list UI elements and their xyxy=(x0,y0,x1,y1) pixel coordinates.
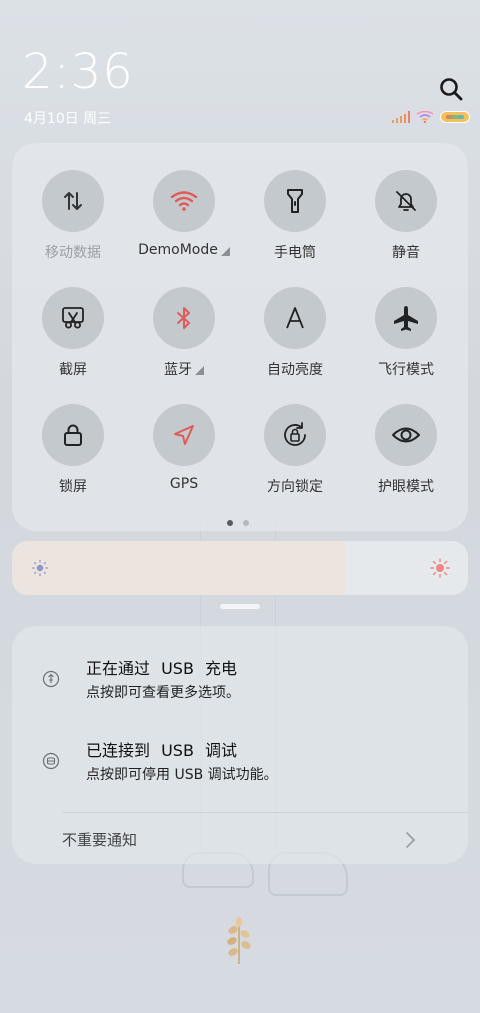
page-indicator xyxy=(227,520,249,526)
brightness-slider[interactable] xyxy=(12,541,468,595)
wifi-status-icon xyxy=(416,111,434,123)
tile-label-text: 锁屏 xyxy=(59,479,87,495)
tile-label: 静音 xyxy=(392,242,420,262)
tile-gps[interactable]: GPS xyxy=(128,404,240,492)
location-arrow-icon xyxy=(171,422,197,448)
page-dot-2[interactable] xyxy=(243,520,249,526)
bell-off-icon xyxy=(393,188,419,214)
tile-label: 飞行模式 xyxy=(378,359,434,379)
tile-label: 移动数据 xyxy=(45,242,101,262)
tile-button[interactable] xyxy=(42,170,104,232)
tile-label-text: 方向锁定 xyxy=(267,479,323,495)
tile-button[interactable] xyxy=(375,404,437,466)
tile-mute[interactable]: 静音 xyxy=(350,170,462,262)
wifi-icon xyxy=(170,190,198,212)
tile-button[interactable] xyxy=(42,404,104,466)
date-label: 4月10日 周三 xyxy=(24,111,112,127)
tile-label-text: 护眼模式 xyxy=(378,479,434,495)
tile-label: DemoMode xyxy=(138,242,230,258)
tile-button[interactable] xyxy=(264,404,326,466)
tile-label: 护眼模式 xyxy=(378,476,434,496)
tile-button[interactable] xyxy=(42,287,104,349)
airplane-icon xyxy=(392,304,420,332)
tile-label: 锁屏 xyxy=(59,476,87,496)
tile-label-text: DemoMode xyxy=(138,242,218,258)
android-debug-icon xyxy=(42,752,60,770)
clock: 2:36 xyxy=(22,44,134,100)
search-icon[interactable] xyxy=(438,76,464,102)
notification-usb-charging[interactable]: 正在通过 USB 充电 点按即可查看更多选项。 xyxy=(12,654,468,714)
arrows-updown-icon xyxy=(60,188,86,214)
wallpaper-plant xyxy=(227,917,251,964)
tile-label: 截屏 xyxy=(59,359,87,379)
tile-button[interactable] xyxy=(153,404,215,466)
tile-flashlight[interactable]: 手电筒 xyxy=(239,170,351,262)
tile-button[interactable] xyxy=(264,170,326,232)
notification-card: 正在通过 USB 充电 点按即可查看更多选项。 已连接到 USB 调试 点按即可… xyxy=(12,626,468,864)
tile-label-text: 移动数据 xyxy=(45,245,101,261)
tile-airplane[interactable]: 飞行模式 xyxy=(350,287,462,379)
drag-handle[interactable] xyxy=(220,604,260,609)
letter-a-icon xyxy=(282,305,308,331)
tile-label-text: 截屏 xyxy=(59,362,87,378)
tile-button[interactable] xyxy=(153,287,215,349)
tile-label-text: GPS xyxy=(169,476,199,492)
brightness-fill xyxy=(12,541,345,595)
unimportant-notifications-link[interactable]: 不重要通知 xyxy=(62,822,432,858)
chevron-right-icon[interactable] xyxy=(404,829,418,851)
brightness-high-icon xyxy=(430,558,450,578)
notification-usb-debugging[interactable]: 已连接到 USB 调试 点按即可停用 USB 调试功能。 xyxy=(12,736,468,796)
tile-lock-screen[interactable]: 锁屏 xyxy=(17,404,129,496)
divider xyxy=(62,812,468,813)
notification-title: 正在通过 USB 充电 xyxy=(86,659,238,678)
lock-icon xyxy=(61,422,85,448)
eye-icon xyxy=(391,424,421,446)
tile-wifi[interactable]: DemoMode xyxy=(128,170,240,258)
tile-label: GPS xyxy=(170,476,198,492)
tile-screenshot[interactable]: 截屏 xyxy=(17,287,129,379)
flashlight-icon xyxy=(283,187,307,215)
expand-triangle-icon[interactable] xyxy=(220,247,230,256)
notification-subtitle: 点按即可停用 USB 调试功能。 xyxy=(86,767,278,783)
tile-button[interactable] xyxy=(375,287,437,349)
tile-bluetooth[interactable]: 蓝牙 xyxy=(128,287,240,379)
scissors-icon xyxy=(60,305,86,331)
bluetooth-icon xyxy=(173,305,195,331)
tile-label: 方向锁定 xyxy=(267,476,323,496)
tile-label-text: 静音 xyxy=(392,245,420,261)
tile-label-text: 蓝牙 xyxy=(164,362,192,378)
tile-eye-care[interactable]: 护眼模式 xyxy=(350,404,462,496)
brightness-low-icon xyxy=(31,559,49,577)
tile-label: 手电筒 xyxy=(274,242,316,262)
notification-title: 已连接到 USB 调试 xyxy=(86,741,238,760)
expand-triangle-icon[interactable] xyxy=(195,366,204,375)
tile-mobile-data[interactable]: 移动数据 xyxy=(17,170,129,262)
page-dot-1[interactable] xyxy=(227,520,233,526)
tile-label-text: 手电筒 xyxy=(274,245,316,261)
tile-label-text: 飞行模式 xyxy=(378,362,434,378)
tile-rotation-lock[interactable]: 方向锁定 xyxy=(239,404,351,496)
signal-icon xyxy=(392,111,410,123)
tile-label: 蓝牙 xyxy=(164,359,204,379)
tile-auto-brightness[interactable]: 自动亮度 xyxy=(239,287,351,379)
rotation-lock-icon xyxy=(281,421,309,449)
tile-button[interactable] xyxy=(153,170,215,232)
usb-charge-icon xyxy=(42,670,60,688)
tile-button[interactable] xyxy=(264,287,326,349)
tile-label: 自动亮度 xyxy=(267,359,323,379)
tile-button[interactable] xyxy=(375,170,437,232)
battery-icon xyxy=(440,111,470,123)
tile-label-text: 自动亮度 xyxy=(267,362,323,378)
status-icons xyxy=(392,110,470,124)
notification-subtitle: 点按即可查看更多选项。 xyxy=(86,685,240,701)
